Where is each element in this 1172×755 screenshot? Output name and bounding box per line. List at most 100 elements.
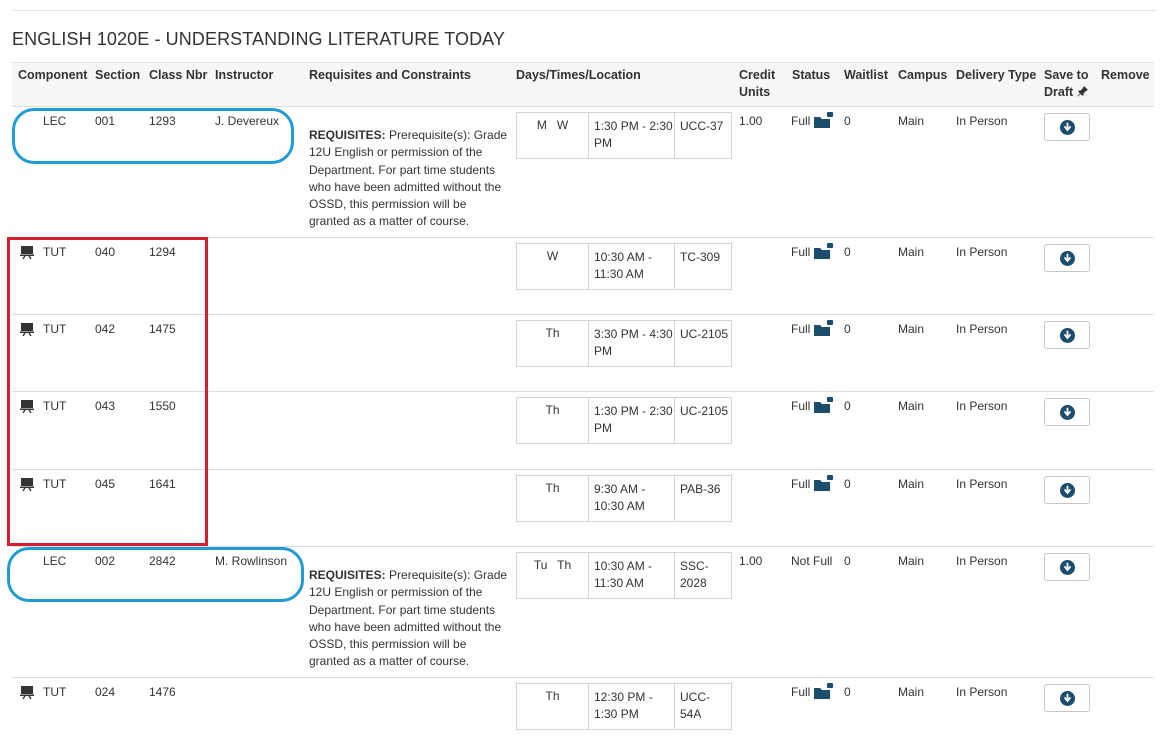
location-cell: UCC-54A bbox=[680, 690, 710, 721]
requisites-label: REQUISITES: bbox=[309, 568, 386, 582]
status-cell: Full bbox=[791, 685, 811, 699]
times-cell: 9:30 AM - 10:30 AM bbox=[589, 476, 675, 521]
location-cell: TC-309 bbox=[680, 250, 721, 264]
annotation-highlight-red bbox=[7, 237, 208, 546]
save-to-draft-button[interactable] bbox=[1044, 476, 1090, 504]
campus-cell: Main bbox=[898, 399, 925, 413]
credit-units-cell: 1.00 bbox=[739, 554, 763, 568]
days-cell: Th bbox=[517, 321, 589, 366]
location-cell: UCC-37 bbox=[680, 119, 724, 133]
locked-folder-icon bbox=[814, 320, 833, 336]
waitlist-cell: 0 bbox=[844, 245, 851, 259]
top-divider bbox=[12, 10, 1157, 11]
days-times-location: Th 12:30 PM - 1:30 PM UCC-54A bbox=[516, 683, 732, 730]
delivery-type-cell: In Person bbox=[956, 322, 1008, 336]
requisites-cell: REQUISITES: Prerequisite(s): Grade 12U E… bbox=[309, 567, 509, 671]
waitlist-cell: 0 bbox=[844, 685, 851, 699]
header-waitlist: Waitlist bbox=[844, 68, 888, 82]
days-cell: Th bbox=[517, 476, 589, 521]
requisites-text: Prerequisite(s): Grade 12U English or pe… bbox=[309, 568, 508, 669]
campus-cell: Main bbox=[898, 322, 925, 336]
header-credit-units: Credit Units bbox=[739, 68, 776, 99]
section-cell: 024 bbox=[95, 685, 116, 699]
delivery-type-cell: In Person bbox=[956, 114, 1008, 128]
locked-folder-icon bbox=[814, 243, 833, 259]
save-to-draft-button[interactable] bbox=[1044, 684, 1090, 712]
header-save-to-draft: Save to Draft bbox=[1044, 68, 1089, 99]
save-to-draft-button[interactable] bbox=[1044, 113, 1090, 141]
locked-folder-icon bbox=[814, 683, 833, 699]
delivery-type-cell: In Person bbox=[956, 554, 1008, 568]
location-cell: UC-2105 bbox=[680, 404, 729, 418]
days-times-location: M W 1:30 PM - 2:30 PM UCC-37 bbox=[516, 112, 732, 159]
times-cell: 10:30 AM - 11:30 AM bbox=[589, 244, 675, 289]
header-delivery-type: Delivery Type bbox=[956, 68, 1037, 82]
download-icon bbox=[1060, 483, 1075, 498]
header-component: Component bbox=[18, 68, 88, 82]
days-times-location: Th 1:30 PM - 2:30 PM UC-2105 bbox=[516, 397, 732, 444]
class-nbr-cell: 1476 bbox=[149, 685, 176, 699]
days-times-location: W 10:30 AM - 11:30 AM TC-309 bbox=[516, 243, 732, 290]
tutorial-icon bbox=[20, 686, 34, 699]
header-status: Status bbox=[792, 68, 831, 82]
delivery-type-cell: In Person bbox=[956, 245, 1008, 259]
status-cell: Full bbox=[791, 477, 811, 491]
download-icon bbox=[1060, 560, 1075, 575]
header-campus: Campus bbox=[898, 68, 948, 82]
days-cell: Th bbox=[517, 398, 589, 443]
location-cell: SSC-2028 bbox=[680, 559, 709, 590]
times-cell: 12:30 PM - 1:30 PM bbox=[589, 684, 675, 729]
requisites-text: Prerequisite(s): Grade 12U English or pe… bbox=[309, 128, 508, 229]
days-times-location: Th 9:30 AM - 10:30 AM PAB-36 bbox=[516, 475, 732, 522]
locked-folder-icon bbox=[814, 475, 833, 491]
days-cell: M W bbox=[517, 113, 589, 158]
times-cell: 1:30 PM - 2:30 PM bbox=[589, 113, 675, 158]
status-cell: Full bbox=[791, 114, 811, 128]
download-icon bbox=[1060, 120, 1075, 135]
pin-icon bbox=[1077, 86, 1088, 97]
annotation-highlight-blue bbox=[12, 108, 294, 164]
times-cell: 3:30 PM - 4:30 PM bbox=[589, 321, 675, 366]
status-cell: Full bbox=[791, 322, 811, 336]
component-cell: TUT bbox=[43, 685, 67, 699]
header-section: Section bbox=[95, 68, 141, 82]
status-cell: Full bbox=[791, 399, 811, 413]
delivery-type-cell: In Person bbox=[956, 685, 1008, 699]
days-cell: Th bbox=[517, 684, 589, 729]
campus-cell: Main bbox=[898, 685, 925, 699]
annotation-highlight-blue bbox=[7, 547, 304, 602]
download-icon bbox=[1060, 691, 1075, 706]
days-times-location: Tu Th 10:30 AM - 11:30 AM SSC-2028 bbox=[516, 552, 732, 599]
download-icon bbox=[1060, 251, 1075, 266]
header-class-nbr: Class Nbr bbox=[149, 68, 208, 82]
campus-cell: Main bbox=[898, 245, 925, 259]
days-cell: Tu Th bbox=[517, 553, 589, 598]
save-to-draft-button[interactable] bbox=[1044, 398, 1090, 426]
requisites-label: REQUISITES: bbox=[309, 128, 386, 142]
status-cell: Full bbox=[791, 245, 811, 259]
header-requisites: Requisites and Constraints bbox=[309, 68, 471, 82]
locked-folder-icon bbox=[814, 397, 833, 413]
header-instructor: Instructor bbox=[215, 68, 274, 82]
save-to-draft-button[interactable] bbox=[1044, 244, 1090, 272]
locked-folder-icon bbox=[814, 112, 833, 128]
location-cell: PAB-36 bbox=[680, 482, 721, 496]
days-times-location: Th 3:30 PM - 4:30 PM UC-2105 bbox=[516, 320, 732, 367]
download-icon bbox=[1060, 405, 1075, 420]
header-days-times-location: Days/Times/Location bbox=[516, 68, 641, 82]
course-title: ENGLISH 1020E - UNDERSTANDING LITERATURE… bbox=[12, 29, 506, 49]
save-to-draft-button[interactable] bbox=[1044, 321, 1090, 349]
times-cell: 1:30 PM - 2:30 PM bbox=[589, 398, 675, 443]
delivery-type-cell: In Person bbox=[956, 399, 1008, 413]
credit-units-cell: 1.00 bbox=[739, 114, 763, 128]
campus-cell: Main bbox=[898, 114, 925, 128]
save-to-draft-button[interactable] bbox=[1044, 553, 1090, 581]
times-cell: 10:30 AM - 11:30 AM bbox=[589, 553, 675, 598]
waitlist-cell: 0 bbox=[844, 322, 851, 336]
header-remove: Remove bbox=[1101, 68, 1150, 82]
campus-cell: Main bbox=[898, 477, 925, 491]
waitlist-cell: 0 bbox=[844, 477, 851, 491]
waitlist-cell: 0 bbox=[844, 399, 851, 413]
delivery-type-cell: In Person bbox=[956, 477, 1008, 491]
waitlist-cell: 0 bbox=[844, 114, 851, 128]
